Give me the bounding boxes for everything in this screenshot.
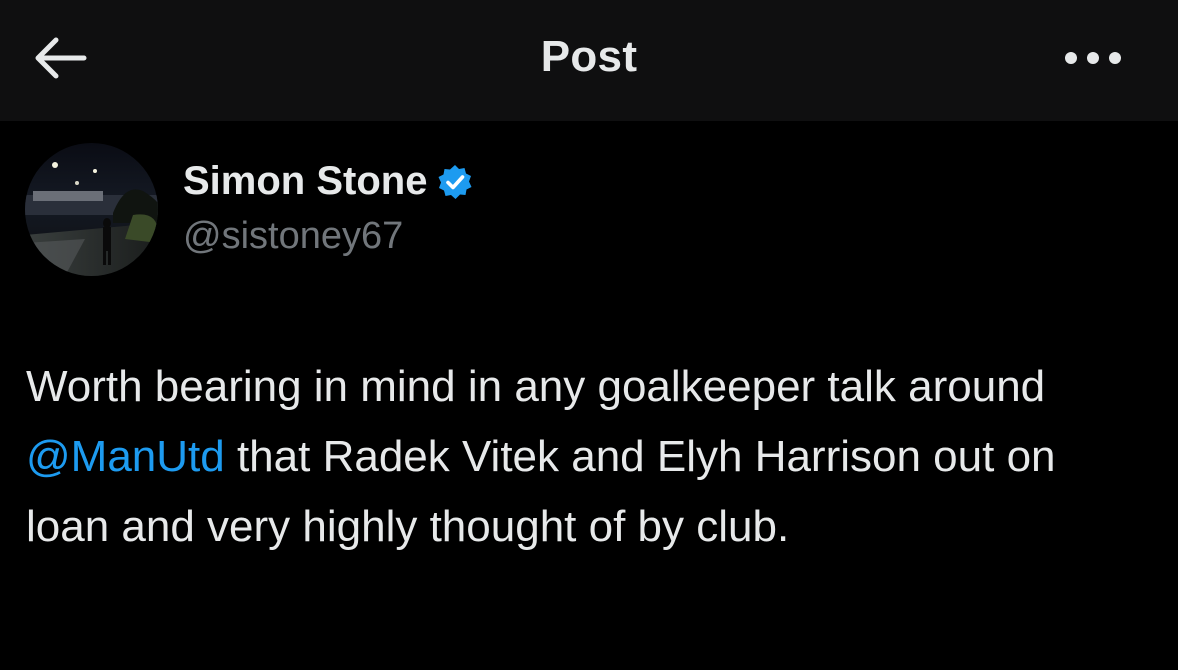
more-options-button[interactable] [1058,40,1128,76]
post-text-part-1: Worth bearing in mind in any goalkeeper … [26,362,1046,411]
page-title: Post [540,32,638,81]
mention-link[interactable]: @ManUtd [26,432,225,481]
post-author: Simon Stone @sistoney67 [25,143,725,283]
top-navigation-bar: Post [0,0,1178,121]
avatar[interactable] [25,143,158,276]
avatar-image [25,143,158,276]
more-horizontal-icon [1065,52,1121,64]
author-handle[interactable]: @sistoney67 [183,215,403,258]
author-name-row: Simon Stone [183,159,473,204]
author-name[interactable]: Simon Stone [183,159,427,204]
verified-badge-icon [438,164,472,199]
post-text: Worth bearing in mind in any goalkeeper … [26,352,1146,562]
